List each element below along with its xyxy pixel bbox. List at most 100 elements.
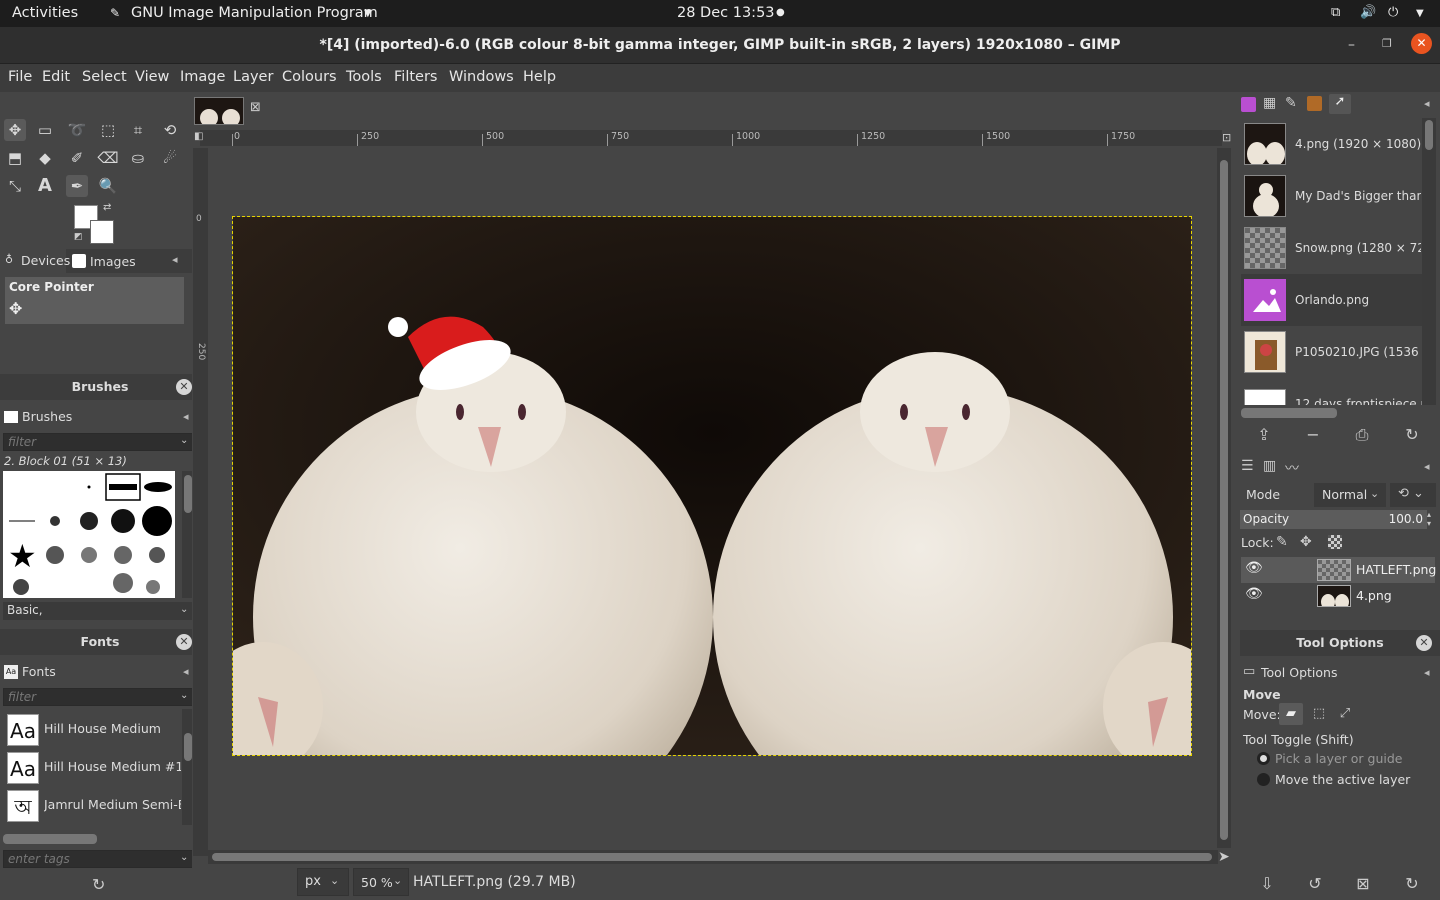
tab-tool-options[interactable]: ▭ Tool Options: [1240, 661, 1337, 685]
clone-tool-icon[interactable]: ⛀: [127, 147, 149, 169]
channels-tab-icon[interactable]: ▥: [1263, 458, 1276, 474]
rect-select-tool-icon[interactable]: ▭: [34, 119, 56, 141]
restore-tool-preset-icon[interactable]: ↺: [1304, 873, 1326, 895]
power-icon[interactable]: ⏻: [1388, 5, 1398, 20]
color-picker-tool-icon[interactable]: ✒: [66, 175, 88, 197]
brush-preset-select[interactable]: Basic,: [3, 602, 193, 620]
close-fonts-icon[interactable]: ✕: [176, 634, 192, 650]
fonts-tab-menu-icon[interactable]: ◂: [183, 665, 189, 678]
tab-images[interactable]: Images: [68, 249, 136, 273]
menu-edit[interactable]: Edit: [42, 69, 70, 85]
menu-view[interactable]: View: [135, 69, 169, 85]
default-colors-icon[interactable]: ◩: [74, 232, 83, 242]
brush-grid[interactable]: ★: [3, 471, 175, 598]
canvas-viewport[interactable]: [208, 148, 1218, 856]
maximize-icon[interactable]: ❐: [1382, 37, 1392, 50]
canvas-vscrollbar[interactable]: [1217, 148, 1231, 848]
images-dock-icon[interactable]: [1241, 97, 1256, 112]
warp-tool-icon[interactable]: ⬒: [4, 147, 26, 169]
bucket-fill-tool-icon[interactable]: ◆: [34, 147, 56, 169]
opacity-slider[interactable]: Opacity 100.0: [1240, 510, 1427, 529]
gradients-dock-icon[interactable]: [1307, 96, 1322, 111]
unit-chevron-icon[interactable]: ⌄: [330, 874, 339, 887]
tags-chevron-icon[interactable]: ⌄: [180, 852, 188, 863]
font-item[interactable]: অ Jamrul Medium Semi-Expanded: [3, 787, 181, 823]
move-path-icon[interactable]: ⤢: [1333, 703, 1357, 725]
activities-button[interactable]: Activities: [12, 5, 78, 21]
unit-select[interactable]: px: [297, 868, 349, 896]
brush-preset-chevron-icon[interactable]: ⌄: [180, 604, 188, 615]
image-canvas[interactable]: [232, 216, 1192, 756]
delete-tool-preset-icon[interactable]: ⊠: [1352, 873, 1374, 895]
pointer-dock-icon[interactable]: ➚: [1329, 94, 1351, 114]
refresh-fonts-icon[interactable]: ↻: [92, 875, 105, 894]
menu-layer[interactable]: Layer: [233, 69, 273, 85]
volume-icon[interactable]: 🔊: [1360, 5, 1376, 20]
font-vscrollbar-thumb[interactable]: [184, 733, 192, 761]
image-list-item[interactable]: Orlando.png: [1241, 274, 1422, 326]
lock-alpha-icon[interactable]: [1328, 535, 1342, 549]
font-filter-chevron-icon[interactable]: ⌄: [180, 690, 188, 701]
canvas-hscrollbar-thumb[interactable]: [212, 853, 1212, 861]
move-layer-icon[interactable]: ▰: [1279, 703, 1303, 725]
minimize-icon[interactable]: –: [1348, 37, 1355, 53]
smudge-tool-icon[interactable]: ☄: [159, 147, 181, 169]
menu-windows[interactable]: Windows: [449, 69, 514, 85]
app-menu-button[interactable]: GNU Image Manipulation Program: [131, 5, 378, 21]
layer-visibility-eye-icon[interactable]: 👁: [1245, 586, 1263, 602]
layers-tab-menu-icon[interactable]: ◂: [1424, 460, 1430, 473]
document-history-icon[interactable]: ✎: [1285, 95, 1297, 111]
network-icon[interactable]: ⧉: [1331, 5, 1340, 20]
vertical-ruler[interactable]: 0 250: [193, 148, 208, 856]
eraser-tool-icon[interactable]: ⌫: [97, 147, 119, 169]
core-pointer-item[interactable]: Core Pointer ✥: [5, 277, 184, 324]
layers-tab-icon[interactable]: ☰: [1241, 458, 1254, 474]
brush-filter-input[interactable]: filter: [3, 433, 193, 451]
images-tab-menu-icon[interactable]: ◂: [1424, 97, 1430, 110]
refresh-images-icon[interactable]: ↻: [1401, 424, 1423, 446]
layer-visibility-eye-icon[interactable]: 👁: [1245, 560, 1263, 576]
delete-image-icon[interactable]: ⎙: [1351, 424, 1373, 446]
close-brushes-icon[interactable]: ✕: [176, 379, 192, 395]
clock[interactable]: 28 Dec 13:53: [677, 5, 775, 21]
menu-select[interactable]: Select: [82, 69, 127, 85]
font-item[interactable]: Aa Hill House Medium #1: [3, 749, 181, 785]
image-list-item[interactable]: Snow.png (1280 × 720): [1241, 222, 1422, 274]
crop-tool-icon[interactable]: ⌗: [127, 119, 149, 141]
images-vscrollbar-thumb[interactable]: [1425, 120, 1433, 150]
tags-input[interactable]: enter tags: [3, 850, 193, 868]
background-color-swatch[interactable]: [90, 220, 114, 244]
navigate-icon[interactable]: ➤: [1218, 849, 1230, 865]
tab-fonts[interactable]: Aa Fonts: [0, 660, 58, 684]
lasso-tool-icon[interactable]: ➰: [66, 119, 88, 141]
image-tab-thumbnail[interactable]: [194, 97, 244, 125]
font-hscrollbar-thumb[interactable]: [3, 834, 97, 844]
tool-options-tab-menu-icon[interactable]: ◂: [1424, 666, 1430, 679]
fuzzy-select-tool-icon[interactable]: ⬚: [97, 119, 119, 141]
font-filter-input[interactable]: filter: [3, 688, 193, 706]
save-tool-preset-icon[interactable]: ⇩: [1256, 873, 1278, 895]
raise-view-icon[interactable]: ⇪: [1253, 424, 1275, 446]
horizontal-ruler[interactable]: 0 250 500 750 1000 1250 1500 1750: [200, 130, 1222, 146]
lock-pixels-icon[interactable]: ✎: [1276, 534, 1288, 550]
images-vscrollbar[interactable]: [1422, 118, 1436, 405]
text-tool-icon[interactable]: A: [34, 175, 56, 197]
image-list-item[interactable]: P1050210.JPG (1536 ×: [1241, 326, 1422, 378]
zoom-window-icon[interactable]: ⊡: [1222, 131, 1231, 144]
menu-help[interactable]: Help: [523, 69, 556, 85]
tab-brushes[interactable]: Brushes: [0, 405, 72, 429]
quick-mask-icon[interactable]: ◧: [194, 131, 203, 142]
move-active-layer-radio[interactable]: [1257, 773, 1270, 786]
tab-menu-icon[interactable]: ◂: [172, 253, 178, 266]
brush-filter-chevron-icon[interactable]: ⌄: [180, 435, 188, 446]
menu-filters[interactable]: Filters: [394, 69, 437, 85]
pick-layer-radio[interactable]: [1257, 752, 1270, 765]
move-tool-icon[interactable]: ✥: [4, 119, 26, 141]
close-tool-options-icon[interactable]: ✕: [1416, 635, 1432, 651]
close-window-icon[interactable]: ✕: [1411, 33, 1432, 54]
brush-scrollbar-thumb[interactable]: [184, 475, 192, 513]
lock-position-icon[interactable]: ✥: [1300, 534, 1312, 550]
mode-chevron-icon[interactable]: ⌄: [1370, 487, 1379, 500]
tab-devices[interactable]: ♁ Devices: [0, 249, 70, 273]
system-menu-chevron-icon[interactable]: ▼: [1416, 8, 1424, 19]
